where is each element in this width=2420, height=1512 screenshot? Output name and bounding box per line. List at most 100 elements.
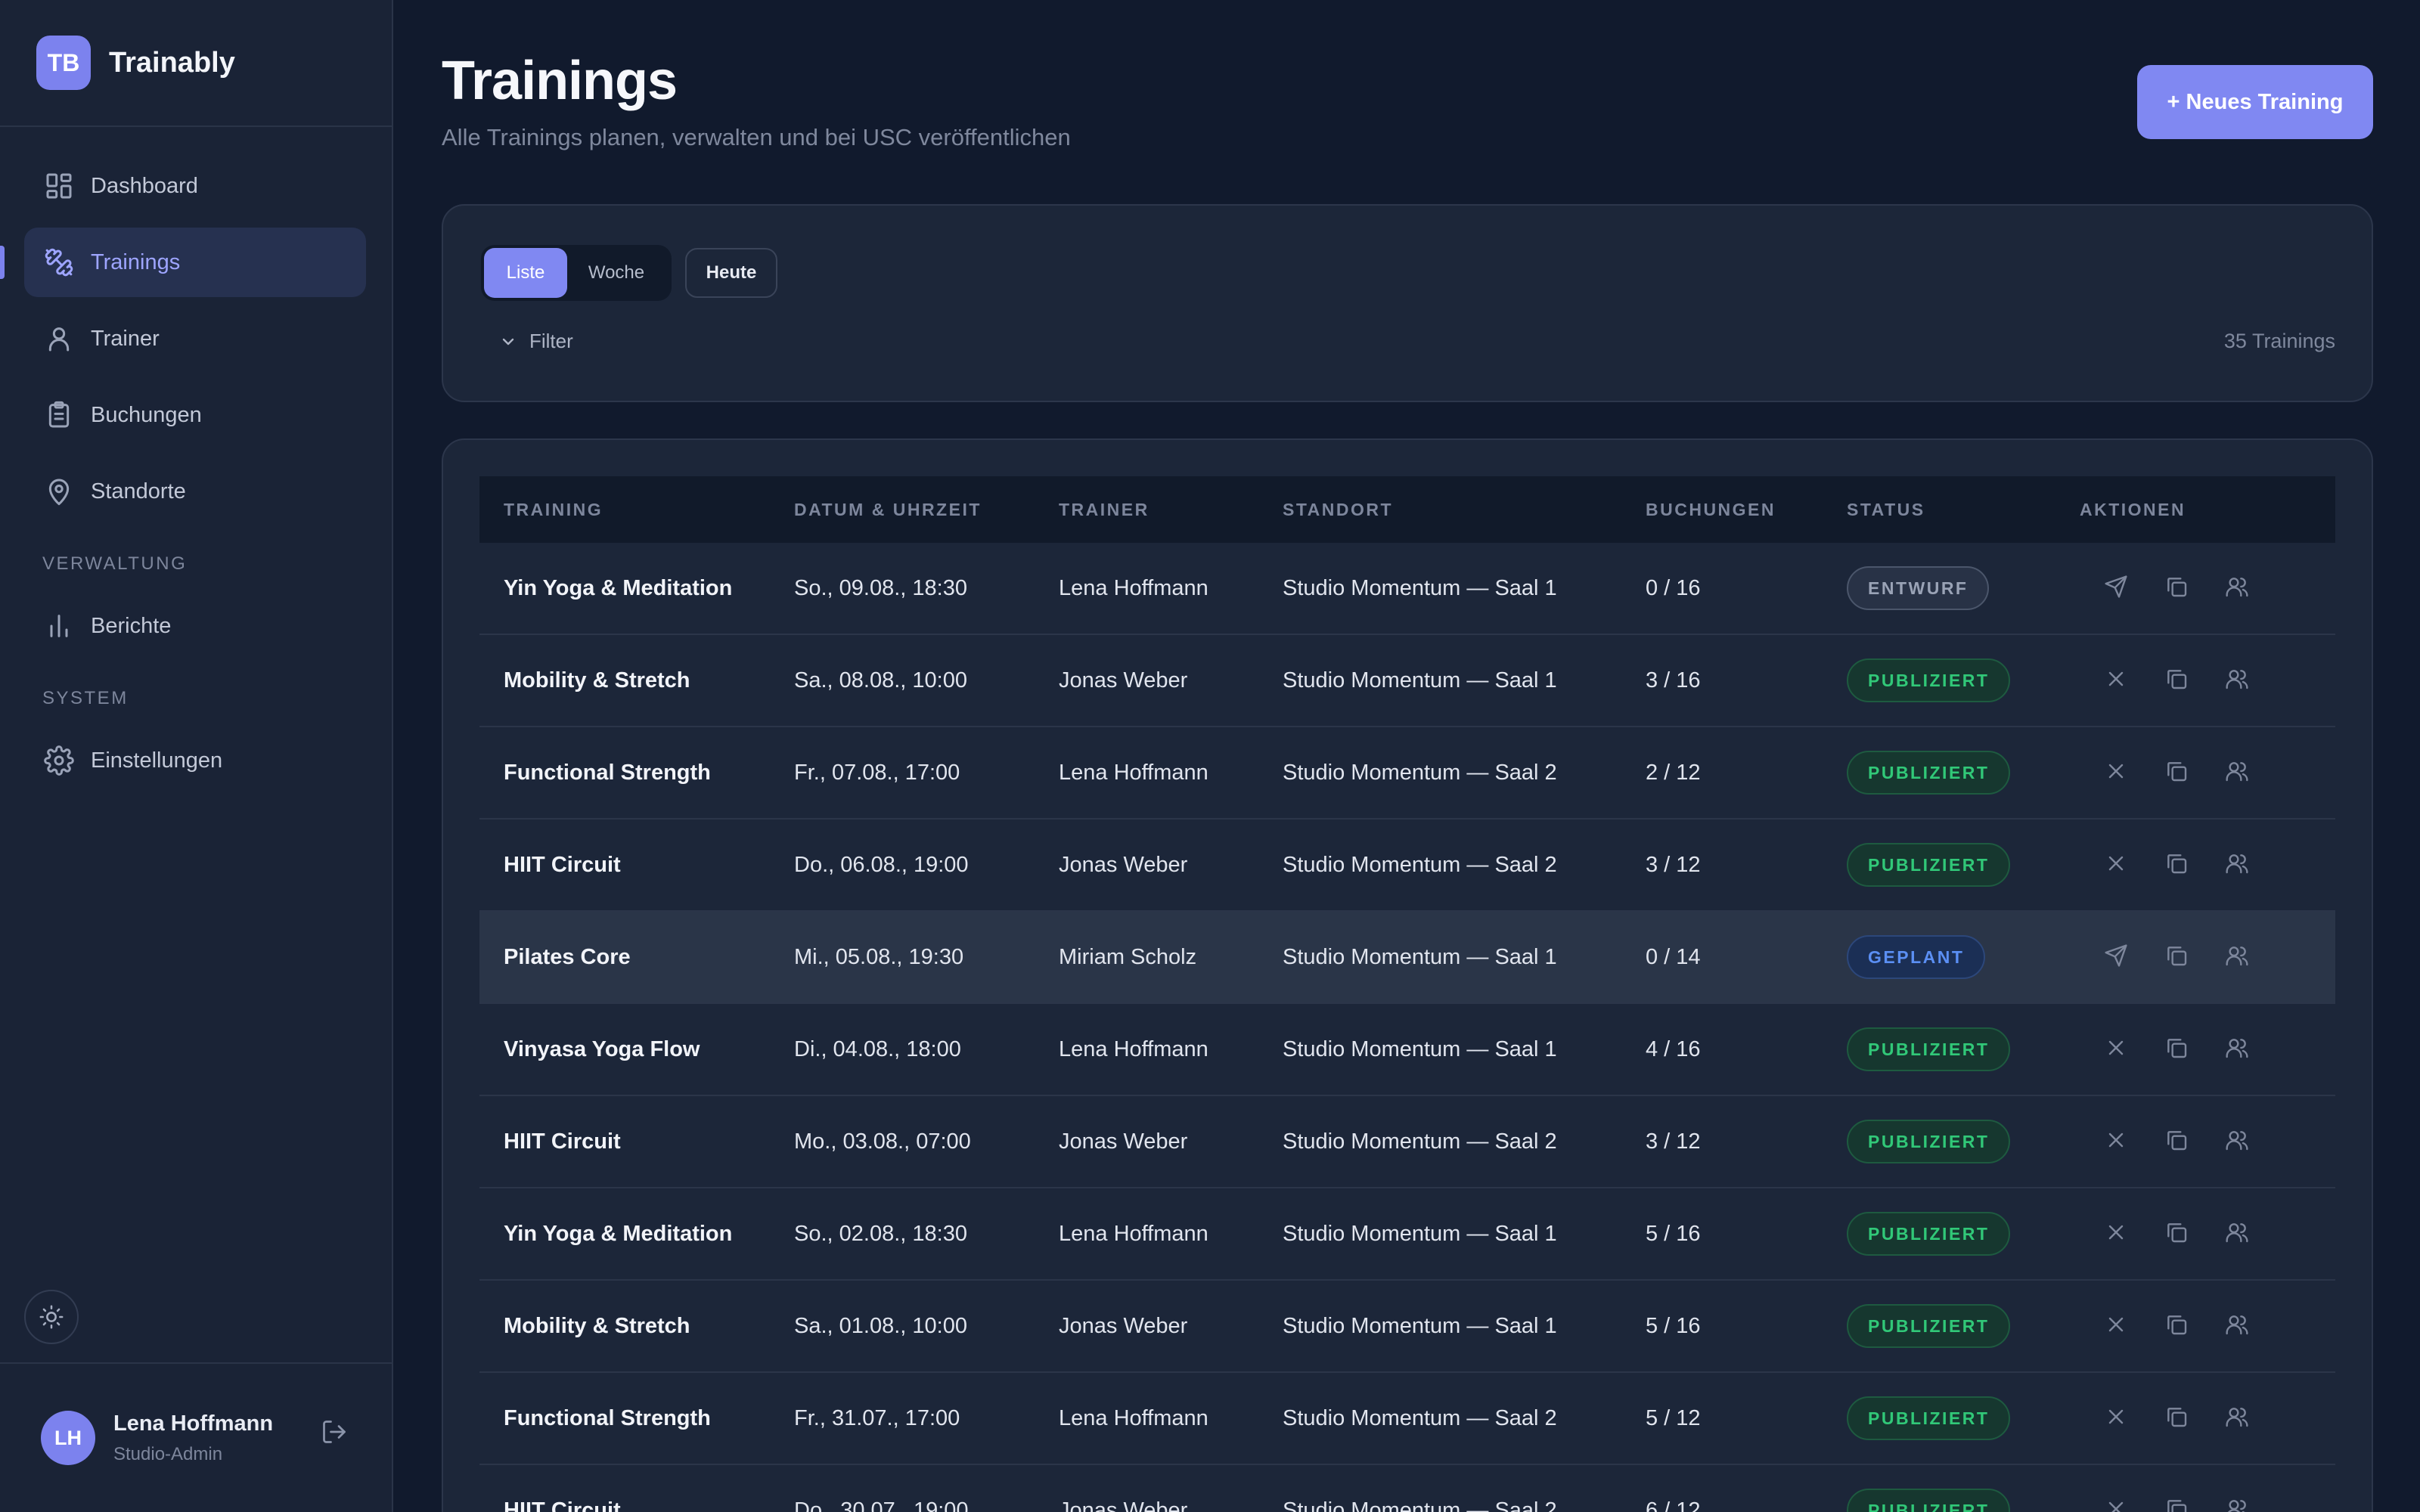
copy-icon [2164, 1220, 2189, 1248]
unpublish-button[interactable] [2101, 1126, 2131, 1157]
duplicate-button[interactable] [2161, 1311, 2192, 1341]
cell-training[interactable]: Mobility & Stretch [479, 668, 794, 693]
unpublish-button[interactable] [2101, 665, 2131, 696]
unpublish-button[interactable] [2101, 1219, 2131, 1249]
logout-button[interactable] [321, 1418, 351, 1448]
cell-bookings: 5 / 12 [1646, 1405, 1701, 1430]
cell-training[interactable]: Vinyasa Yoga Flow [479, 1037, 794, 1062]
sidebar-item-buchungen[interactable]: Buchungen [24, 380, 366, 450]
sidebar-item-einstellungen[interactable]: Einstellungen [24, 726, 366, 795]
cell-training[interactable]: Yin Yoga & Meditation [479, 1222, 794, 1247]
table-row[interactable]: Yin Yoga & Meditation So., 09.08., 18:30 L… [479, 543, 2335, 635]
close-icon [2104, 1312, 2128, 1340]
send-icon [2104, 575, 2128, 603]
participants-button[interactable] [2222, 665, 2252, 696]
avatar[interactable]: LH [41, 1411, 95, 1465]
theme-toggle[interactable] [24, 1290, 79, 1344]
cell-trainer: Lena Hoffmann [1059, 1405, 1208, 1430]
sidebar-item-berichte[interactable]: Berichte [24, 591, 366, 661]
cell-training[interactable]: Functional Strength [479, 1406, 794, 1431]
participants-button[interactable] [2222, 1126, 2252, 1157]
publish-button[interactable] [2101, 942, 2131, 972]
filter-toggle[interactable]: Filter [499, 330, 573, 353]
table-row[interactable]: Functional Strength Fr., 07.08., 17:00 Len… [479, 727, 2335, 820]
row-actions [2080, 1126, 2329, 1157]
column-header-bookings[interactable]: BUCHUNGEN [1646, 500, 1847, 520]
view-week-tab[interactable]: Woche [567, 248, 666, 298]
table-row[interactable]: Vinyasa Yoga Flow Di., 04.08., 18:00 Lena … [479, 1004, 2335, 1096]
participants-button[interactable] [2222, 1403, 2252, 1433]
table-row[interactable]: HIIT Circuit Do., 30.07., 19:00 Jonas Webe… [479, 1465, 2335, 1512]
sidebar-item-standorte[interactable]: Standorte [24, 457, 366, 526]
participants-button[interactable] [2222, 573, 2252, 603]
cell-training[interactable]: Pilates Core [479, 945, 794, 970]
unpublish-button[interactable] [2101, 1403, 2131, 1433]
table-row[interactable]: HIIT Circuit Mo., 03.08., 07:00 Jonas Webe… [479, 1096, 2335, 1188]
cell-trainer: Lena Hoffmann [1059, 1221, 1208, 1246]
unpublish-button[interactable] [2101, 758, 2131, 788]
duplicate-button[interactable] [2161, 1403, 2192, 1433]
cell-training[interactable]: HIIT Circuit [479, 1129, 794, 1154]
brand[interactable]: TB Trainably [0, 0, 392, 127]
duplicate-button[interactable] [2161, 1126, 2192, 1157]
table-row[interactable]: Yin Yoga & Meditation So., 02.08., 18:30 L… [479, 1188, 2335, 1281]
column-header-status[interactable]: STATUS [1847, 500, 2080, 520]
cell-location: Studio Momentum — Saal 1 [1283, 668, 1557, 692]
cell-bookings: 3 / 16 [1646, 668, 1701, 692]
cell-trainer: Miriam Scholz [1059, 944, 1197, 969]
duplicate-button[interactable] [2161, 942, 2192, 972]
column-header-training[interactable]: TRAINING [479, 500, 794, 520]
column-header-datetime[interactable]: DATUM & UHRZEIT [794, 500, 1059, 520]
status-badge: PUBLIZIERT [1847, 843, 2011, 887]
cell-trainer: Jonas Weber [1059, 852, 1188, 877]
table-row[interactable]: Mobility & Stretch Sa., 08.08., 10:00 Jona… [479, 635, 2335, 727]
participants-button[interactable] [2222, 1311, 2252, 1341]
unpublish-button[interactable] [2101, 850, 2131, 880]
copy-icon [2164, 943, 2189, 971]
duplicate-button[interactable] [2161, 850, 2192, 880]
cell-training[interactable]: Functional Strength [479, 761, 794, 785]
participants-button[interactable] [2222, 1495, 2252, 1512]
view-list-tab[interactable]: Liste [484, 248, 567, 298]
cell-datetime: Do., 06.08., 19:00 [794, 852, 969, 877]
nav-section-verwaltung: VERWALTUNG [42, 553, 188, 574]
participants-button[interactable] [2222, 1219, 2252, 1249]
unpublish-button[interactable] [2101, 1495, 2131, 1512]
new-training-button[interactable]: + Neues Training [2137, 65, 2373, 139]
participants-button[interactable] [2222, 850, 2252, 880]
cell-training[interactable]: HIIT Circuit [479, 853, 794, 878]
sidebar-item-dashboard[interactable]: Dashboard [24, 151, 366, 221]
status-badge: PUBLIZIERT [1847, 658, 2011, 702]
row-actions [2080, 1495, 2329, 1512]
cell-location: Studio Momentum — Saal 1 [1283, 1036, 1557, 1061]
duplicate-button[interactable] [2161, 1219, 2192, 1249]
duplicate-button[interactable] [2161, 1495, 2192, 1512]
column-header-location[interactable]: STANDORT [1283, 500, 1646, 520]
today-button[interactable]: Heute [685, 248, 777, 298]
duplicate-button[interactable] [2161, 665, 2192, 696]
publish-button[interactable] [2101, 573, 2131, 603]
table-row[interactable]: Pilates Core Mi., 05.08., 19:30 Miriam Sch… [479, 912, 2335, 1004]
cell-location: Studio Momentum — Saal 2 [1283, 1129, 1557, 1154]
cell-training[interactable]: Yin Yoga & Meditation [479, 576, 794, 601]
table-row[interactable]: HIIT Circuit Do., 06.08., 19:00 Jonas Webe… [479, 820, 2335, 912]
cell-training[interactable]: Mobility & Stretch [479, 1314, 794, 1339]
unpublish-button[interactable] [2101, 1034, 2131, 1064]
participants-button[interactable] [2222, 1034, 2252, 1064]
sidebar-item-trainer[interactable]: Trainer [24, 304, 366, 373]
duplicate-button[interactable] [2161, 758, 2192, 788]
duplicate-button[interactable] [2161, 1034, 2192, 1064]
table-row[interactable]: Mobility & Stretch Sa., 01.08., 10:00 Jona… [479, 1281, 2335, 1373]
status-badge: ENTWURF [1847, 566, 1990, 610]
sidebar-item-label: Trainer [91, 326, 160, 351]
participants-button[interactable] [2222, 758, 2252, 788]
table-row[interactable]: Functional Strength Fr., 31.07., 17:00 Len… [479, 1373, 2335, 1465]
cell-trainer: Lena Hoffmann [1059, 575, 1208, 600]
cell-training[interactable]: HIIT Circuit [479, 1498, 794, 1512]
duplicate-button[interactable] [2161, 573, 2192, 603]
bar-chart-icon [42, 609, 76, 643]
column-header-trainer[interactable]: TRAINER [1059, 500, 1283, 520]
participants-button[interactable] [2222, 942, 2252, 972]
unpublish-button[interactable] [2101, 1311, 2131, 1341]
sidebar-item-trainings[interactable]: Trainings [0, 228, 366, 297]
